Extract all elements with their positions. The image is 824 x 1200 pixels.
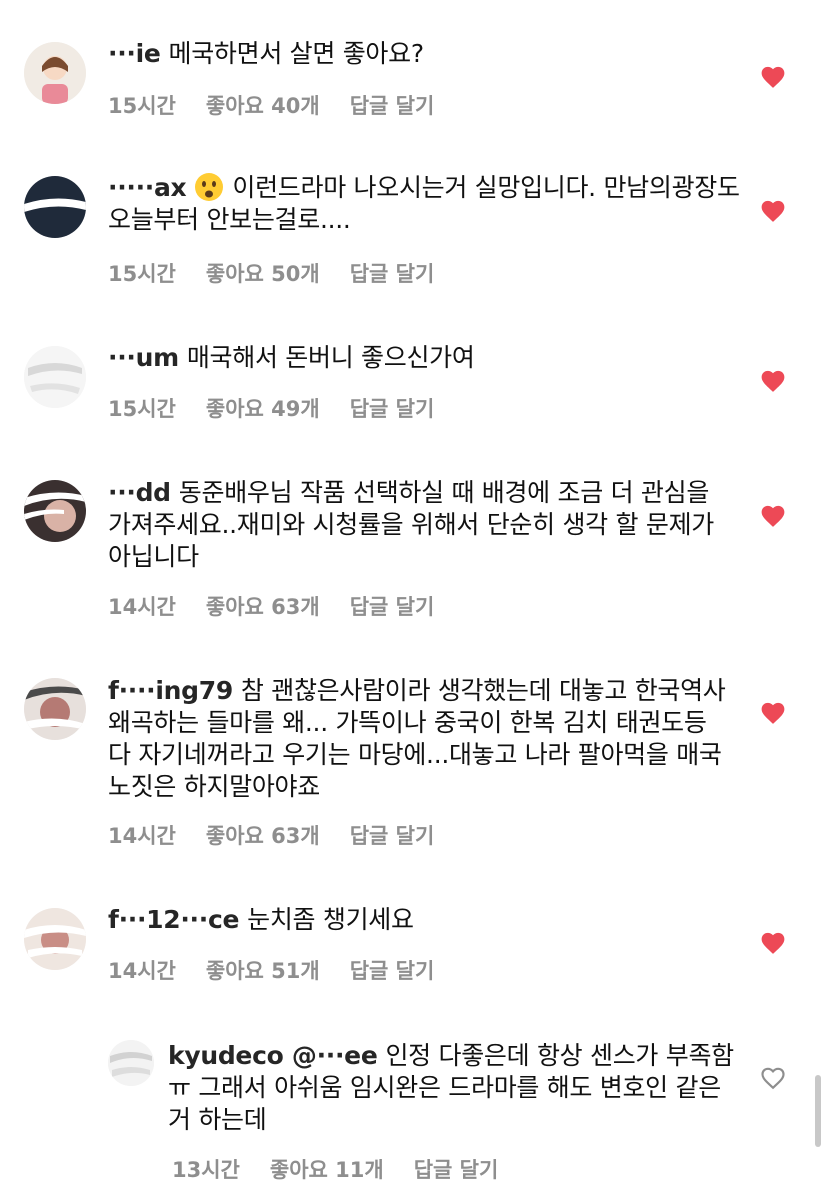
comment-username[interactable]: kyudeco @···ee [168,1041,378,1070]
reply-button[interactable]: 답글 달기 [350,262,435,286]
like-heart-icon[interactable] [760,369,786,393]
comment-likes[interactable]: 좋아요 49개 [206,397,320,421]
comment-time: 14시간 [108,959,176,983]
comment-likes[interactable]: 좋아요 63개 [206,595,320,619]
comment-meta: 15시간 좋아요 50개 답글 달기 [108,258,464,288]
like-heart-icon[interactable] [760,199,786,223]
comment-likes[interactable]: 좋아요 11개 [270,1158,384,1182]
comment-text: 매국해서 돈버니 좋으신가여 [186,343,475,372]
like-heart-icon[interactable] [760,931,786,955]
comment-body: ·····ax 이런드라마 나오시는거 실망입니다. 만남의광장도 오늘부터 안보… [108,172,748,236]
comment-username[interactable]: f····ing79 [108,676,233,705]
comment-meta: 15시간 좋아요 49개 답글 달기 [108,393,464,423]
comment-likes[interactable]: 좋아요 50개 [206,262,320,286]
comment-username[interactable]: ···um [108,343,179,372]
comment-text: 메국하면서 살면 좋아요? [168,39,425,68]
reply-button[interactable]: 답글 달기 [350,959,435,983]
avatar[interactable] [24,346,86,408]
comment-likes[interactable]: 좋아요 51개 [206,959,320,983]
comment-meta: 13시간 좋아요 11개 답글 달기 [172,1154,528,1184]
comment-meta: 14시간 좋아요 63개 답글 달기 [108,591,464,621]
avatar[interactable] [24,480,86,542]
reply-button[interactable]: 답글 달기 [350,824,435,848]
reply-button[interactable]: 답글 달기 [414,1158,499,1182]
comment-meta: 14시간 좋아요 63개 답글 달기 [108,820,464,850]
comment-meta: 15시간 좋아요 40개 답글 달기 [108,90,464,120]
frowning-face-icon [194,172,224,202]
comment-username[interactable]: ·····ax [108,173,187,202]
reply-button[interactable]: 답글 달기 [350,94,435,118]
comment-body: f···12···ce 눈치좀 챙기세요 [108,904,748,936]
comment-time: 14시간 [108,595,176,619]
reply-button[interactable]: 답글 달기 [350,595,435,619]
comment-meta: 14시간 좋아요 51개 답글 달기 [108,955,464,985]
comment-likes[interactable]: 좋아요 63개 [206,824,320,848]
comment-username[interactable]: ···ie [108,39,161,68]
comment-username[interactable]: f···12···ce [108,905,239,934]
comment-body: kyudeco @···ee 인정 다좋은데 항상 센스가 부족함 ㅠ 그래서 아… [168,1040,738,1136]
avatar[interactable] [24,42,86,104]
like-heart-outline-icon[interactable] [760,1066,786,1090]
comment-time: 14시간 [108,824,176,848]
like-heart-icon[interactable] [760,504,786,528]
avatar[interactable] [24,176,86,238]
like-heart-icon[interactable] [760,65,786,89]
comment-text: 눈치좀 챙기세요 [247,905,414,934]
comment-time: 13시간 [172,1158,240,1182]
avatar[interactable] [24,678,86,740]
comment-text: 동준배우님 작품 선택하실 때 배경에 조금 더 관심을 가져주세요..재미와 … [108,478,714,571]
comment-time: 15시간 [108,94,176,118]
comment-body: ···ie 메국하면서 살면 좋아요? [108,38,748,70]
avatar[interactable] [24,908,86,970]
comment-likes[interactable]: 좋아요 40개 [206,94,320,118]
like-heart-icon[interactable] [760,701,786,725]
comment-body: ···dd 동준배우님 작품 선택하실 때 배경에 조금 더 관심을 가져주세요.… [108,477,728,573]
comment-time: 15시간 [108,397,176,421]
reply-button[interactable]: 답글 달기 [350,397,435,421]
comment-body: ···um 매국해서 돈버니 좋으신가여 [108,342,748,374]
comment-body: f····ing79 참 괜찮은사람이라 생각했는데 대놓고 한국역사왜곡하는 들… [108,675,728,803]
comment-username[interactable]: ···dd [108,478,171,507]
scrollbar[interactable] [815,1075,821,1147]
comment-time: 15시간 [108,262,176,286]
avatar[interactable] [108,1040,154,1086]
